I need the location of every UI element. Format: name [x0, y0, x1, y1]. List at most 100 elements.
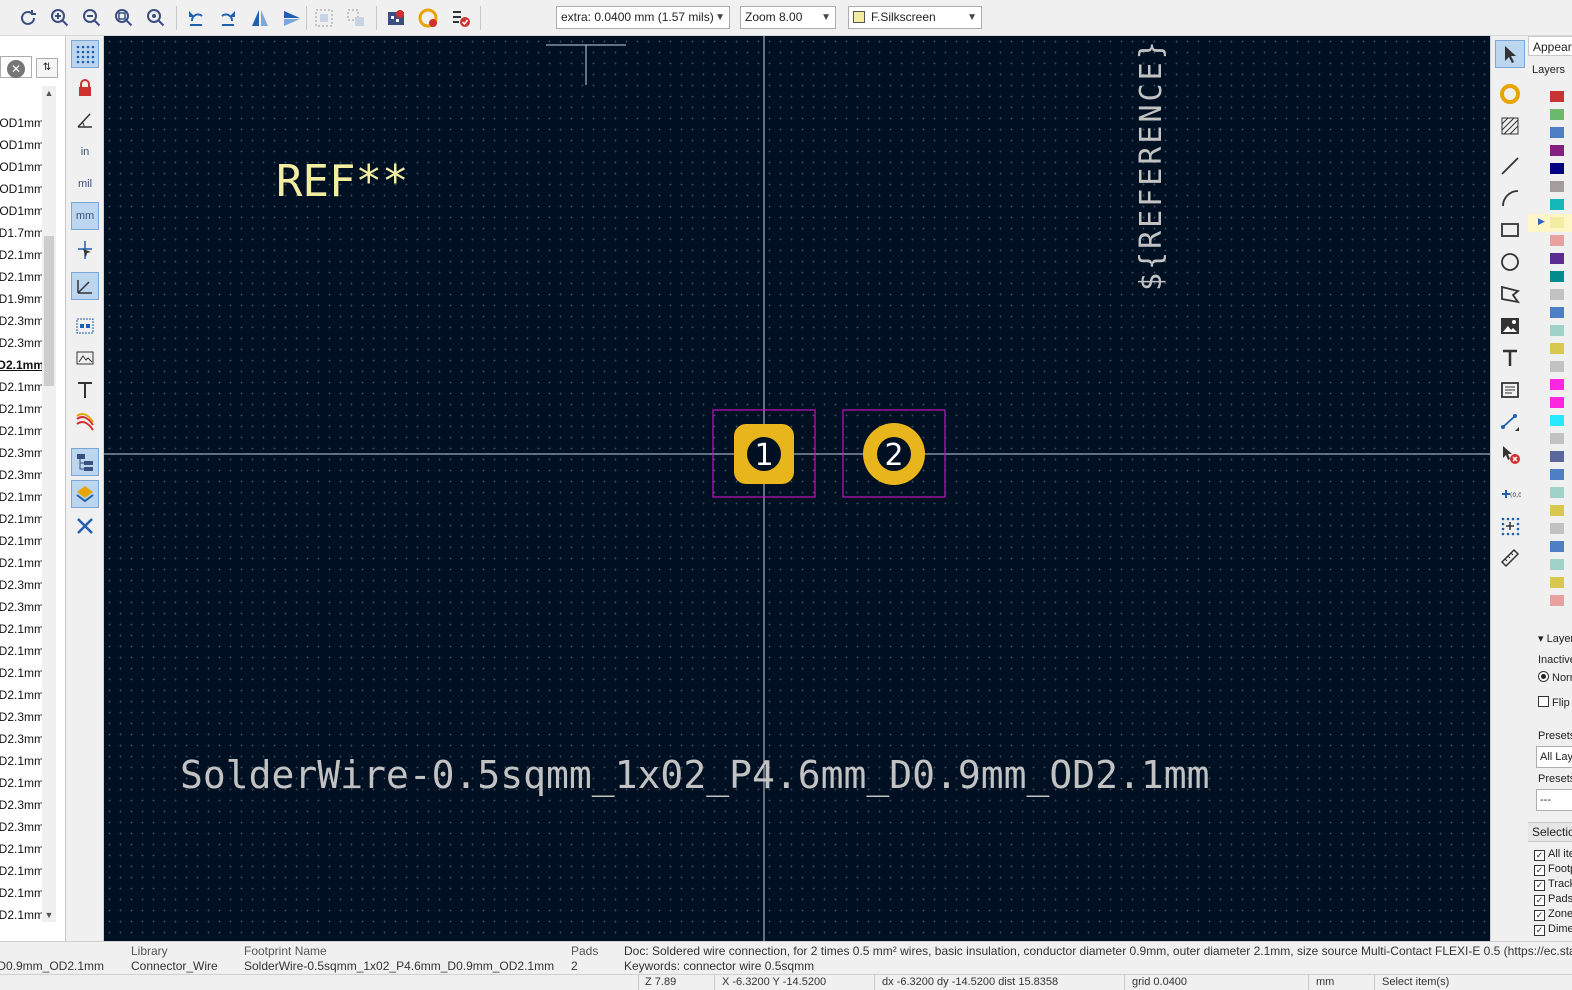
library-item[interactable]: SolderWire-0.5sqmm_1x02_P4.8mm_OD2.3mm — [0, 728, 44, 750]
layer-row[interactable] — [1528, 430, 1572, 448]
library-item[interactable]: SolderWire-0.15sqmm_1x02_P4mm_OD1mm — [0, 178, 44, 200]
layer-row[interactable] — [1528, 160, 1572, 178]
library-item[interactable]: SolderWire-0.5sqmm_1x02_P4.8mm_OD2.1mm — [0, 662, 44, 684]
layer-color-swatch[interactable] — [1550, 505, 1564, 516]
layer-row[interactable] — [1528, 142, 1572, 160]
draw-line-icon[interactable] — [1495, 152, 1525, 180]
layer-row[interactable] — [1528, 304, 1572, 322]
library-item[interactable]: SolderWire-0.5sqmm_1x02_P4.8mm_OD2.1mm — [0, 860, 44, 882]
library-item[interactable]: SolderWire-0.5sqmm_1x02_P4.8mm_OD2.3mm — [0, 596, 44, 618]
preset-select[interactable]: All Layers — [1536, 746, 1572, 768]
library-item[interactable]: SolderWire-0.5sqmm_1x02_P4.6mm_OD2.1mm — [0, 266, 44, 288]
library-item[interactable]: SolderWire-0.5sqmm_1x02_P4.8mm_OD2.1mm — [0, 530, 44, 552]
mirror-icon[interactable] — [246, 4, 274, 32]
grid-toggle-icon[interactable] — [71, 40, 99, 68]
layer-row[interactable] — [1528, 286, 1572, 304]
appearance-tab[interactable]: Appearance — [1528, 36, 1572, 56]
layer-color-swatch[interactable] — [1550, 487, 1564, 498]
library-item[interactable]: SolderWire-0.5sqmm_1x02_P4.8mm_D0.9mm_OD… — [0, 750, 44, 772]
layer-color-swatch[interactable] — [1550, 595, 1564, 606]
library-item[interactable]: SolderWire-0.5sqmm_1x02_P4.6mm_OD2.3mm — [0, 310, 44, 332]
layer-color-swatch[interactable] — [1550, 199, 1564, 210]
zoom-select[interactable]: Zoom 8.00 ▼ — [740, 6, 836, 29]
library-item[interactable]: SolderWire-0.5sqmm_1x02_P4.8mm_OD2.3mm — [0, 706, 44, 728]
selection-filter-checkbox[interactable]: ✓ Pads — [1534, 893, 1572, 906]
layer-color-swatch[interactable] — [1550, 145, 1564, 156]
layer-row[interactable] — [1528, 394, 1572, 412]
layer-row[interactable] — [1528, 484, 1572, 502]
hierarchy-icon[interactable] — [71, 448, 99, 476]
scroll-down-icon[interactable]: ▼ — [42, 908, 56, 922]
layer-row[interactable] — [1528, 556, 1572, 574]
library-item[interactable]: SolderWire-0.1sqmm_1x02_P4.4mm_OD1mm — [0, 134, 44, 156]
show-text-icon[interactable] — [71, 376, 99, 404]
layer-color-swatch[interactable] — [1550, 397, 1564, 408]
full-crosshair-icon[interactable] — [71, 236, 99, 264]
layer-row[interactable] — [1528, 502, 1572, 520]
refresh-icon[interactable] — [14, 4, 42, 32]
layer-row[interactable] — [1528, 538, 1572, 556]
library-item[interactable]: SolderWire-0.5sqmm_1x02_P4.8mm_OD2.3mm — [0, 332, 44, 354]
unit-mm-button[interactable]: mm — [71, 202, 99, 230]
layer-row[interactable] — [1528, 448, 1572, 466]
unit-inch-button[interactable]: in — [71, 138, 99, 166]
zoom-fit-icon[interactable] — [110, 4, 138, 32]
library-item[interactable]: SolderWire-0.5sqmm_1x02_P4.8mm_OD2.1mm — [0, 398, 44, 420]
library-item[interactable]: SolderWire-0.5sqmm_1x02_P4.8mm_OD2.3mm — [0, 442, 44, 464]
rotate-cw-icon[interactable] — [214, 4, 242, 32]
reference-text[interactable]: REF** — [276, 156, 408, 207]
scroll-up-icon[interactable]: ▲ — [42, 86, 56, 100]
footprint-properties-icon[interactable] — [382, 4, 410, 32]
library-item[interactable]: SolderWire-0.127sqmm_1x02_P4.4mm_D0.4mm_… — [0, 156, 44, 178]
lock-grid-icon[interactable] — [71, 74, 99, 102]
layer-color-swatch[interactable] — [1550, 163, 1564, 174]
library-item[interactable]: SolderWire-0.5sqmm_1x02_P4.8mm_D0.9mm_OD… — [0, 552, 44, 574]
layer-row[interactable]: ▶ — [1528, 214, 1572, 232]
layer-row[interactable] — [1528, 88, 1572, 106]
layer-color-swatch[interactable] — [1550, 289, 1564, 300]
library-item[interactable]: SolderWire-0.5sqmm_1x02_P4.8mm_OD2.1mm — [0, 882, 44, 904]
layer-color-swatch[interactable] — [1550, 523, 1564, 534]
layer-color-swatch[interactable] — [1550, 109, 1564, 120]
grid-origin-icon[interactable] — [1495, 512, 1525, 540]
library-item[interactable]: SolderWire-0.5sqmm_1x02_P4.8mm_OD2.1mm — [0, 640, 44, 662]
layer-row[interactable] — [1528, 466, 1572, 484]
flip-board-checkbox[interactable]: Flip board view — [1538, 696, 1572, 709]
draw-polygon-icon[interactable] — [1495, 280, 1525, 308]
layer-color-swatch[interactable] — [1550, 433, 1564, 444]
ungroup-icon[interactable] — [342, 4, 370, 32]
draw-arc-icon[interactable] — [1495, 184, 1525, 212]
add-keepout-icon[interactable] — [1495, 112, 1525, 140]
layers-manager-icon[interactable] — [71, 480, 99, 508]
show-graphics-icon[interactable] — [71, 344, 99, 372]
layer-row[interactable] — [1528, 322, 1572, 340]
layer-row[interactable] — [1528, 124, 1572, 142]
flip-icon[interactable] — [278, 4, 306, 32]
zoom-objects-icon[interactable] — [142, 4, 170, 32]
add-image-icon[interactable] — [1495, 312, 1525, 340]
layer-color-swatch[interactable] — [1550, 451, 1564, 462]
layer-color-swatch[interactable] — [1550, 127, 1564, 138]
layer-row[interactable] — [1528, 574, 1572, 592]
library-item[interactable]: SolderWire-0.5sqmm_1x02_P4.8mm_OD2.1mm — [0, 376, 44, 398]
value-text[interactable]: SolderWire-0.5sqmm_1x02_P4.6mm_D0.9mm_OD… — [180, 753, 1210, 798]
layer-color-swatch[interactable] — [1550, 361, 1564, 372]
layer-row[interactable] — [1528, 520, 1572, 538]
layer-row[interactable] — [1528, 376, 1572, 394]
library-item[interactable]: SolderWire-0.5sqmm_1x02_P4.8mm_D0.9mm_OD… — [0, 486, 44, 508]
layer-color-swatch[interactable] — [1550, 559, 1564, 570]
layer-color-swatch[interactable] — [1550, 577, 1564, 588]
layer-color-swatch[interactable] — [1550, 541, 1564, 552]
show-pads-icon[interactable] — [71, 312, 99, 340]
selection-filter-checkbox[interactable]: ✓Zones — [1534, 908, 1572, 921]
layer-color-swatch[interactable] — [1550, 217, 1564, 228]
delete-tool-icon[interactable] — [1495, 440, 1525, 468]
viewport-select[interactable]: --- — [1536, 789, 1572, 811]
layer-row[interactable] — [1528, 412, 1572, 430]
library-item[interactable]: SolderWire-0.5sqmm_1x02_P4.6mm_D0.9mm_OD… — [0, 288, 44, 310]
selection-filter-checkbox[interactable]: ✓Footprints — [1534, 863, 1572, 876]
layers-subtab[interactable]: Layers — [1532, 64, 1565, 76]
library-item[interactable]: SolderWire-0.1sqmm_1x02_P3.6mm_D0.4mm_OD… — [0, 112, 44, 134]
layer-display-options-toggle[interactable]: ▾ Layer Display Options — [1538, 632, 1572, 645]
layer-row[interactable] — [1528, 106, 1572, 124]
